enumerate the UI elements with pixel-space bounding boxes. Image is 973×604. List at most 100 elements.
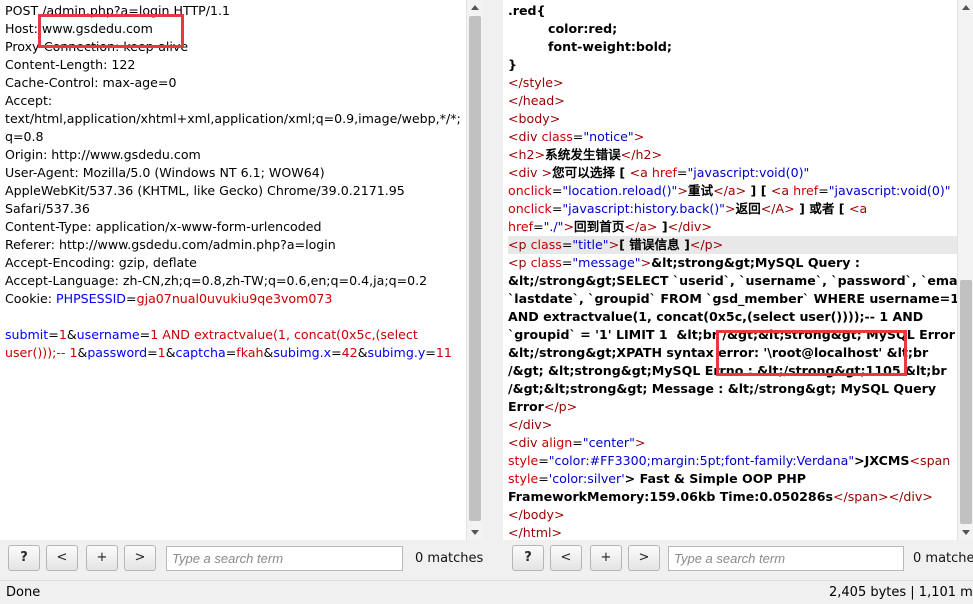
- scroll-down-icon[interactable]: [467, 524, 482, 540]
- request-line-14: Referer: http://www.gsdedu.com/admin.php…: [5, 237, 336, 252]
- request-line-7: text/html,application/xhtml+xml,applicat…: [5, 111, 461, 126]
- response-text[interactable]: .red{ color:red; font-weight:bold; } </s…: [508, 2, 973, 540]
- error-info-text: [ 错误信息 ]: [619, 237, 690, 252]
- pane-divider[interactable]: [482, 0, 503, 578]
- error-heading: 系统发生错误: [545, 147, 621, 162]
- request-line-4: Content-Length: 122: [5, 57, 136, 72]
- request-line-16: Accept-Language: zh-CN,zh;q=0.8,zh-TW;q=…: [5, 273, 428, 288]
- html-attr: href: [651, 165, 677, 180]
- next-match-button[interactable]: >: [124, 545, 156, 571]
- html-attr-value: "title": [572, 237, 609, 252]
- html-attr-value: "location.reload()": [562, 183, 678, 198]
- css-line: font-weight:bold;: [548, 39, 672, 54]
- html-attr-value: "javascript:void(0)": [687, 165, 810, 180]
- next-match-button[interactable]: >: [628, 545, 660, 571]
- html-tag: <a: [629, 165, 652, 180]
- html-attr: align: [541, 435, 573, 450]
- html-tag: <a: [770, 183, 794, 198]
- help-button[interactable]: ?: [8, 545, 40, 571]
- request-line-13: Content-Type: application/x-www-form-url…: [5, 219, 322, 234]
- response-scrollbar[interactable]: [957, 0, 973, 540]
- html-tag: </a>: [713, 183, 747, 198]
- scroll-thumb[interactable]: [960, 280, 972, 524]
- message-line: AND extractvalue(1, concat(0x5c,(select …: [508, 309, 924, 324]
- html-attr: onclick: [508, 183, 552, 198]
- html-attr: class: [530, 255, 562, 270]
- home-text: 回到首页: [574, 219, 625, 234]
- html-attr-value: "javascript:void(0)": [828, 183, 951, 198]
- response-search-bar: ? < + > Type a search term 0 matches: [510, 543, 973, 575]
- html-attr: href: [793, 183, 819, 198]
- html-tag: </head>: [508, 93, 565, 108]
- scroll-thumb[interactable]: [469, 16, 481, 521]
- html-tag: </style>: [508, 75, 564, 90]
- css-line: color:red;: [548, 21, 618, 36]
- html-tag: <h2>: [508, 147, 546, 162]
- html-tag: <span: [909, 453, 951, 468]
- retry-text: 重试: [687, 183, 714, 198]
- add-button[interactable]: +: [86, 545, 118, 571]
- html-tag: </body>: [508, 507, 565, 522]
- request-editor[interactable]: POST /admin.php?a=login HTTP/1.1 Host: w…: [0, 0, 482, 540]
- param-value: 11: [435, 345, 452, 360]
- response-stats: 2,405 bytes | 1,101 millis: [829, 585, 973, 600]
- html-attr: style: [508, 471, 539, 486]
- request-line-8: q=0.8: [5, 129, 44, 144]
- param-key: captcha: [175, 345, 226, 360]
- request-search-bar: ? < + > Type a search term 0 matches: [6, 543, 484, 575]
- request-line-12: Safari/537.36: [5, 201, 90, 216]
- add-button[interactable]: +: [590, 545, 622, 571]
- status-text: Done: [6, 585, 41, 600]
- request-scrollbar[interactable]: [466, 0, 482, 540]
- scroll-down-icon[interactable]: [958, 524, 973, 540]
- search-input[interactable]: Type a search term: [166, 546, 403, 571]
- request-text[interactable]: POST /admin.php?a=login HTTP/1.1 Host: w…: [5, 2, 464, 362]
- html-tag: </div>: [667, 219, 712, 234]
- html-tag: </p>: [689, 237, 724, 252]
- search-input[interactable]: Type a search term: [668, 546, 904, 571]
- param-key: submit: [5, 327, 49, 342]
- fast-text: > Fast & Simple OOP PHP: [624, 471, 807, 486]
- css-line: }: [508, 57, 517, 72]
- return-text: 返回: [735, 201, 761, 216]
- request-line-10: User-Agent: Mozilla/5.0 (Windows NT 6.1;…: [5, 165, 325, 180]
- html-attr-value: "message": [572, 255, 641, 270]
- help-button[interactable]: ?: [512, 545, 544, 571]
- html-tag: </html>: [508, 525, 563, 540]
- html-tag: </A>: [760, 201, 795, 216]
- html-attr-value: "center": [582, 435, 635, 450]
- html-tag: <div >: [508, 165, 553, 180]
- previous-match-button[interactable]: <: [46, 545, 78, 571]
- cookie-label: Cookie:: [5, 291, 56, 306]
- html-tag: </div>: [508, 417, 553, 432]
- host-highlight-box: [38, 14, 184, 48]
- response-viewer[interactable]: .red{ color:red; font-weight:bold; } </s…: [503, 0, 973, 540]
- param-value: 42: [341, 345, 358, 360]
- param-value: 1: [58, 327, 67, 342]
- request-line-9: Origin: http://www.gsdedu.com: [5, 147, 201, 162]
- request-line-15: Accept-Encoding: gzip, deflate: [5, 255, 197, 270]
- html-attr: href: [508, 219, 534, 234]
- scroll-up-icon[interactable]: [958, 0, 973, 16]
- html-tag: <body>: [508, 111, 561, 126]
- previous-match-button[interactable]: <: [550, 545, 582, 571]
- jxcms-text: >JXCMS: [854, 453, 910, 468]
- message-line: `lastdate`, `groupid` FROM `gsd_member` …: [508, 291, 959, 306]
- match-count: 0 matches: [415, 551, 484, 566]
- cookie-key: PHPSESSID: [56, 291, 127, 306]
- param-key: password: [87, 345, 148, 360]
- html-attr-value: "notice": [583, 129, 634, 144]
- param-key: subimg.y: [367, 345, 426, 360]
- message-line: Error: [508, 399, 544, 414]
- sep-text: ] [: [746, 183, 771, 198]
- html-tag: <a: [848, 201, 872, 216]
- html-attr: class: [541, 129, 573, 144]
- request-line-11: AppleWebKit/537.36 (KHTML, like Gecko) C…: [5, 183, 405, 198]
- match-count: 0 matches: [913, 551, 973, 566]
- param-value: fkah: [236, 345, 264, 360]
- param-value: 1: [157, 345, 166, 360]
- message-line: /&gt;&lt;strong&gt; Message : &lt;/stron…: [508, 381, 937, 396]
- html-attr: style: [508, 453, 539, 468]
- scroll-up-icon[interactable]: [467, 0, 482, 16]
- request-line-5: Cache-Control: max-age=0: [5, 75, 177, 90]
